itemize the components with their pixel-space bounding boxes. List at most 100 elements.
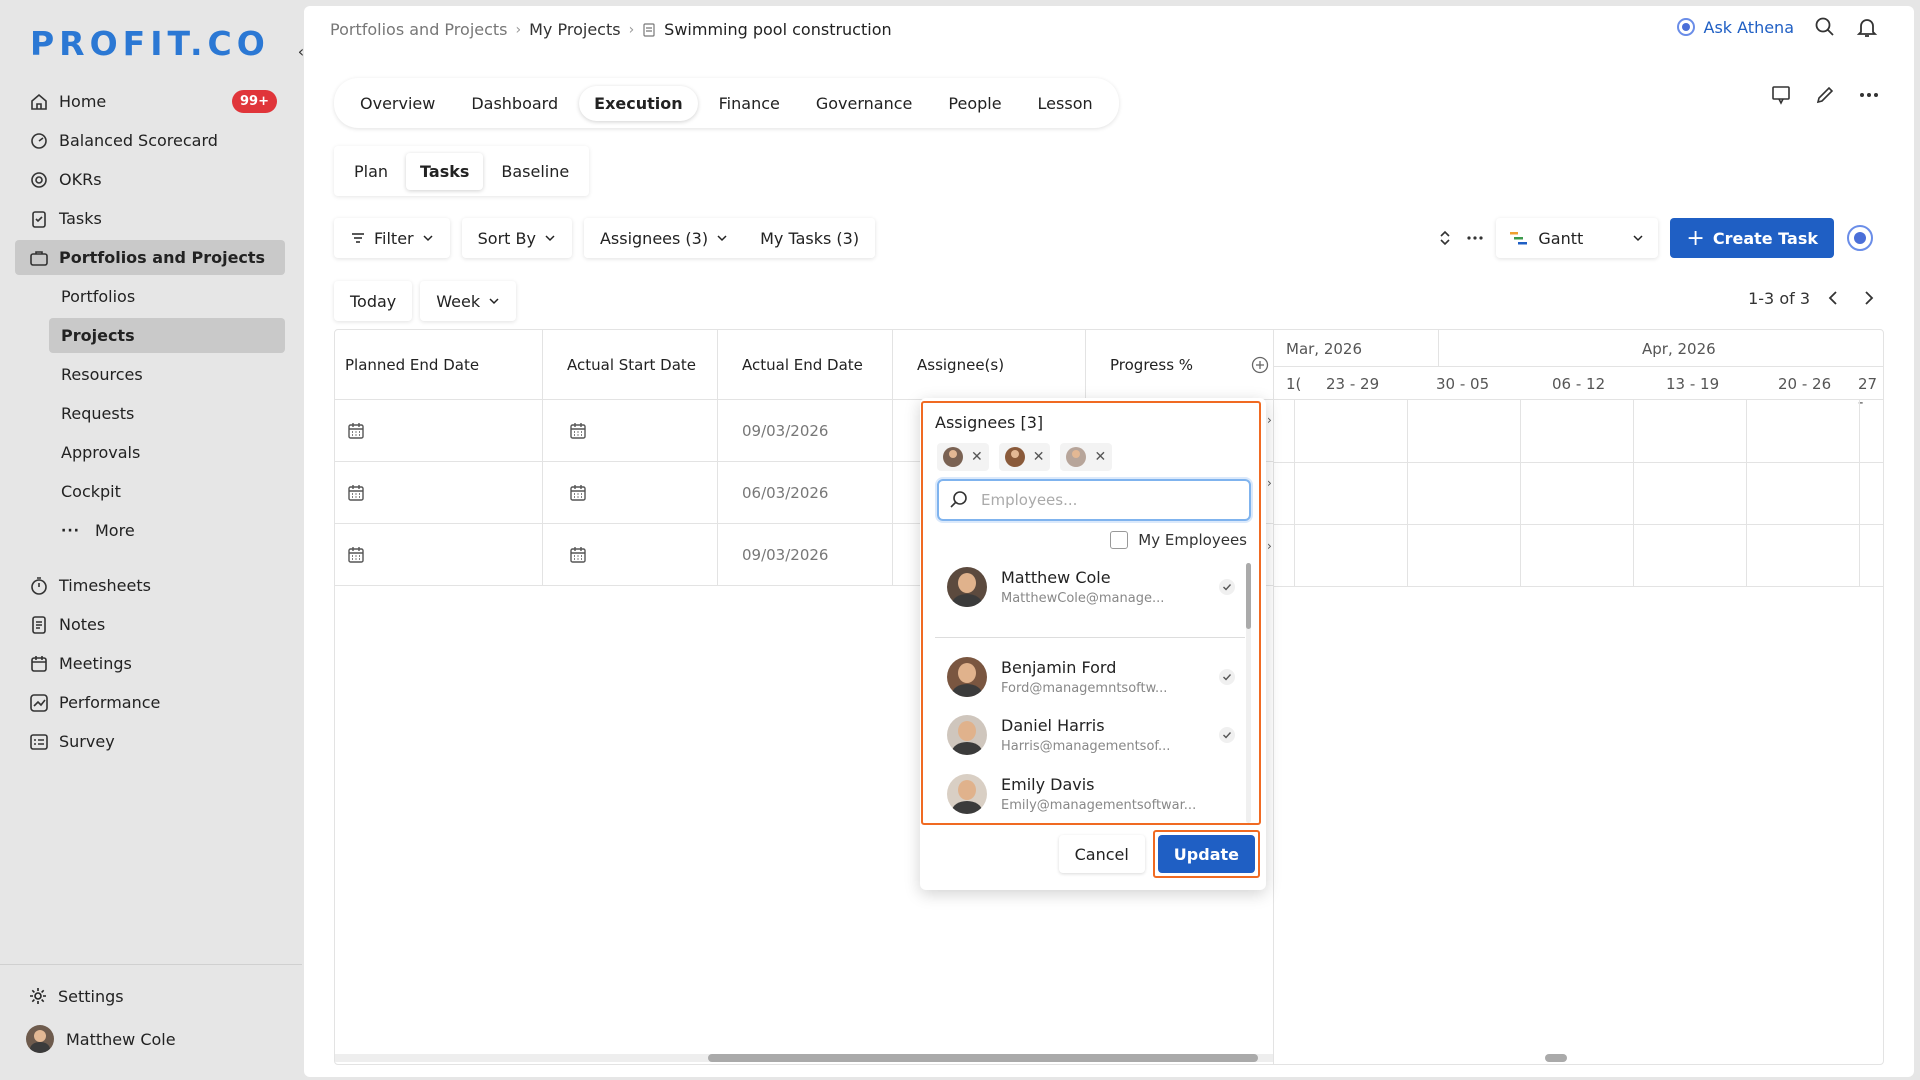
expand-arrow-icon[interactable]: ›	[1267, 539, 1272, 553]
tab-baseline[interactable]: Baseline	[487, 153, 583, 190]
sidebar-item-approvals[interactable]: Approvals	[49, 435, 285, 470]
sort-by-button[interactable]: Sort By	[461, 218, 572, 258]
filter-button[interactable]: Filter	[334, 218, 450, 258]
list-item[interactable]: Matthew Cole MatthewCole@manage...	[935, 557, 1245, 617]
sidebar-item-survey[interactable]: Survey	[15, 724, 285, 759]
pagination-text: 1-3 of 3	[1748, 288, 1810, 308]
tab-lesson[interactable]: Lesson	[1023, 86, 1108, 121]
sidebar-item-meetings[interactable]: Meetings	[15, 646, 285, 681]
bell-icon[interactable]	[1856, 16, 1878, 38]
planned-end-cell[interactable]	[335, 462, 543, 524]
gantt-week: 20 - 26	[1778, 375, 1832, 393]
sidebar-item-notes[interactable]: Notes	[15, 607, 285, 642]
sidebar-item-portfolios-and-projects[interactable]: Portfolios and Projects	[15, 240, 285, 275]
breadcrumb-my-projects[interactable]: My Projects	[529, 20, 620, 39]
avatar	[947, 715, 987, 755]
gantt-week: 1(	[1286, 375, 1302, 393]
pencil-icon[interactable]	[1814, 84, 1836, 106]
comment-icon[interactable]	[1770, 84, 1792, 106]
more-icon[interactable]	[1858, 84, 1880, 106]
calendar-icon[interactable]	[347, 422, 365, 440]
tab-finance[interactable]: Finance	[704, 86, 795, 121]
ask-athena-button[interactable]: Ask Athena	[1676, 17, 1794, 37]
sidebar-item-timesheets[interactable]: Timesheets	[15, 568, 285, 603]
expand-arrow-icon[interactable]: ›	[1267, 476, 1272, 490]
breadcrumb-separator: ›	[515, 21, 522, 38]
tab-execution[interactable]: Execution	[579, 85, 698, 121]
tab-governance[interactable]: Governance	[801, 86, 928, 121]
sidebar-item-home[interactable]: Home 99+	[15, 84, 285, 119]
profitco-logo[interactable]: PROFIT.CO	[30, 24, 270, 63]
tab-people[interactable]: People	[933, 86, 1016, 121]
list-item[interactable]: Daniel Harris Harris@managementsof...	[935, 705, 1245, 765]
remove-icon[interactable]: ✕	[971, 449, 983, 465]
list-item[interactable]: Emily Davis Emily@managementsoftwar...	[935, 764, 1245, 819]
tab-plan[interactable]: Plan	[340, 153, 402, 190]
employee-search-input[interactable]	[981, 491, 1221, 509]
scrollbar-thumb[interactable]	[1246, 563, 1251, 629]
user-profile[interactable]: Matthew Cole	[26, 1025, 176, 1053]
actual-start-cell[interactable]	[543, 462, 718, 524]
search-icon[interactable]	[1814, 16, 1836, 38]
my-employees-checkbox[interactable]	[1110, 531, 1129, 549]
calendar-icon[interactable]	[347, 546, 365, 564]
sidebar-item-okrs[interactable]: OKRs	[15, 162, 285, 197]
actual-end-cell[interactable]: 09/03/2026	[718, 400, 893, 462]
pagination: 1-3 of 3	[1748, 288, 1878, 308]
column-header[interactable]: Actual Start Date	[543, 330, 718, 400]
more-icon[interactable]	[1466, 229, 1484, 247]
list-item[interactable]: Benjamin Ford Ford@managemntsoftw...	[935, 647, 1245, 707]
vertical-scrollbar[interactable]	[1246, 563, 1251, 823]
add-column-icon[interactable]	[1251, 356, 1269, 374]
column-header[interactable]: Planned End Date	[335, 330, 543, 400]
ai-assistant-icon[interactable]	[1846, 224, 1874, 252]
sidebar-item-cockpit[interactable]: Cockpit	[49, 474, 285, 509]
sidebar-item-balanced-scorecard[interactable]: Balanced Scorecard	[15, 123, 285, 158]
actual-start-cell[interactable]	[543, 400, 718, 462]
column-header[interactable]: Assignee(s)	[893, 330, 1086, 400]
view-select[interactable]: Gantt	[1496, 218, 1658, 258]
gantt-scrollbar-thumb[interactable]	[1545, 1054, 1567, 1062]
today-button[interactable]: Today	[334, 281, 413, 321]
tab-overview[interactable]: Overview	[345, 86, 450, 121]
actual-end-cell[interactable]: 06/03/2026	[718, 462, 893, 524]
cancel-button[interactable]: Cancel	[1059, 835, 1145, 873]
scrollbar-thumb[interactable]	[708, 1054, 1258, 1062]
calendar-icon[interactable]	[569, 546, 587, 564]
create-task-button[interactable]: + Create Task	[1670, 218, 1834, 258]
sidebar-item-requests[interactable]: Requests	[49, 396, 285, 431]
assignees-filter-button[interactable]: Assignees (3)	[583, 218, 745, 258]
calendar-icon[interactable]	[569, 484, 587, 502]
update-button[interactable]: Update	[1157, 835, 1255, 873]
sidebar-item-resources[interactable]: Resources	[49, 357, 285, 392]
sidebar-item-performance[interactable]: Performance	[15, 685, 285, 720]
column-header[interactable]: Progress %	[1086, 330, 1273, 400]
calendar-icon[interactable]	[347, 484, 365, 502]
sidebar-item-projects[interactable]: Projects	[49, 318, 285, 353]
tab-dashboard[interactable]: Dashboard	[456, 86, 573, 121]
chevron-left-icon[interactable]	[1824, 288, 1844, 308]
breadcrumb-portfolios[interactable]: Portfolios and Projects	[330, 20, 508, 39]
sidebar-item-more[interactable]: ··· More	[49, 513, 285, 548]
column-header[interactable]: Actual End Date	[718, 330, 893, 400]
expand-collapse-icon[interactable]	[1436, 229, 1454, 247]
actual-start-cell[interactable]	[543, 524, 718, 586]
my-tasks-button[interactable]: My Tasks (3)	[744, 218, 876, 258]
planned-end-cell[interactable]	[335, 400, 543, 462]
my-employees-toggle[interactable]: My Employees	[1110, 531, 1247, 549]
sidebar-item-portfolios[interactable]: Portfolios	[49, 279, 285, 314]
actual-end-cell[interactable]: 09/03/2026	[718, 524, 893, 586]
week-select[interactable]: Week	[420, 281, 517, 321]
sidebar-item-settings[interactable]: Settings	[28, 986, 124, 1006]
remove-icon[interactable]: ✕	[1033, 449, 1045, 465]
planned-end-cell[interactable]	[335, 524, 543, 586]
tab-tasks[interactable]: Tasks	[406, 153, 483, 190]
notes-icon	[32, 615, 46, 634]
chevron-right-icon[interactable]	[1858, 288, 1878, 308]
calendar-icon[interactable]	[569, 422, 587, 440]
sidebar-item-tasks[interactable]: Tasks	[15, 201, 285, 236]
employee-search[interactable]	[937, 479, 1251, 521]
expand-arrow-icon[interactable]: ›	[1267, 413, 1272, 427]
avatar	[1066, 447, 1087, 467]
remove-icon[interactable]: ✕	[1094, 449, 1106, 465]
